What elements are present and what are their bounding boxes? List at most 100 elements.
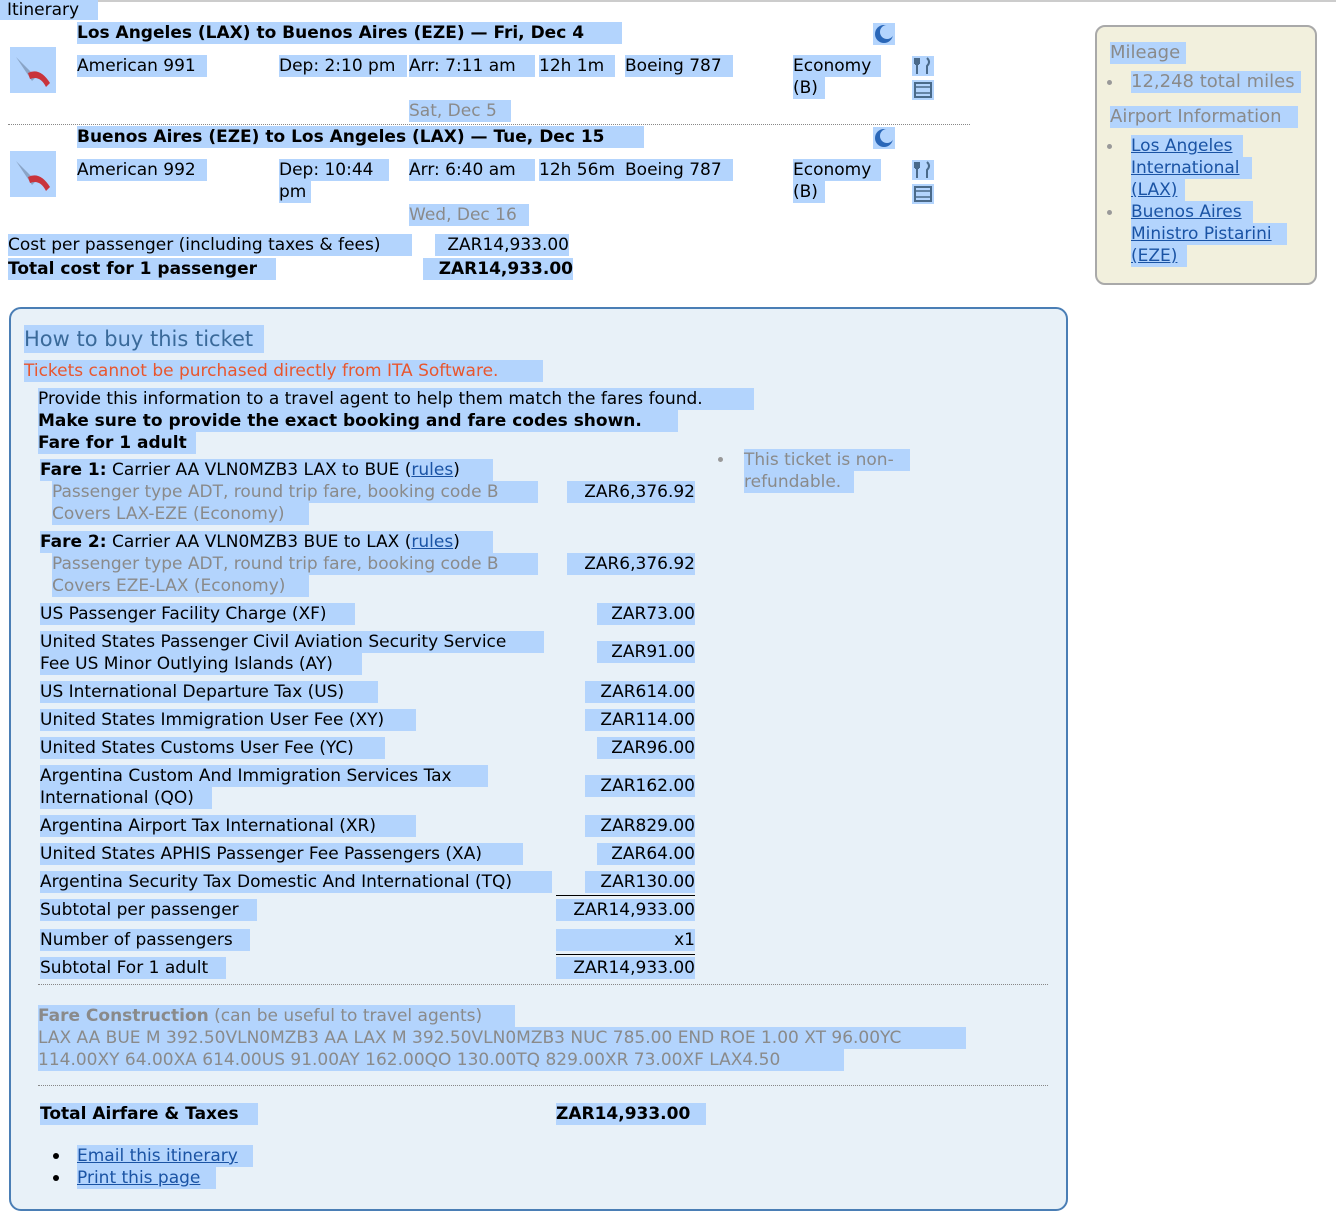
american-airlines-logo <box>10 47 56 93</box>
section-divider <box>38 984 1048 985</box>
fare1-line: Fare 1: Carrier AA VLN0MZB3 LAX to BUE (… <box>40 459 493 481</box>
fare2-desc: Carrier AA VLN0MZB3 BUE to LAX ( <box>106 532 412 552</box>
fare-for-adult: Fare for 1 adult <box>38 432 196 454</box>
entertainment-icon <box>912 80 934 100</box>
leg1-arr: Arr: 7:11 am <box>409 55 535 77</box>
airport-lax-link-line2[interactable]: International <box>1131 157 1252 179</box>
fare-construction-heading: Fare Construction (can be useful to trav… <box>38 1005 515 1027</box>
exact-codes-note: Make sure to provide the exact booking a… <box>38 410 678 432</box>
leg-divider <box>8 124 970 125</box>
tax-amount: ZAR73.00 <box>597 603 695 625</box>
fare2-close: ) <box>453 532 460 552</box>
non-refundable-line2: refundable. <box>744 471 854 493</box>
meal-icon <box>912 160 934 180</box>
leg2-cabin: Economy <box>793 159 881 181</box>
leg2-cabin-code: (B) <box>793 181 825 203</box>
american-airlines-logo <box>10 151 56 197</box>
fare-construction-label: Fare Construction <box>38 1006 209 1026</box>
tax-label-cont: International (QO) <box>40 787 212 809</box>
subtotal-adult-value: ZAR14,933.00 <box>556 957 695 979</box>
airport-info-heading: Airport Information <box>1110 106 1298 128</box>
top-border <box>0 0 1336 2</box>
tax-label: US International Departure Tax (US) <box>40 681 378 703</box>
leg1-title: Los Angeles (LAX) to Buenos Aires (EZE) … <box>77 22 622 44</box>
leg1-cabin-code: (B) <box>793 77 825 99</box>
subtotal-adult-label: Subtotal For 1 adult <box>40 957 226 979</box>
leg2-aircraft: Boeing 787 <box>625 159 733 181</box>
fare2-rules-link[interactable]: rules <box>411 532 453 552</box>
tax-amount: ZAR614.00 <box>585 681 695 703</box>
leg1-flight: American 991 <box>77 55 207 77</box>
leg1-dep: Dep: 2:10 pm <box>279 55 407 77</box>
tax-label: Argentina Security Tax Domestic And Inte… <box>40 871 552 893</box>
leg2-dep-ampm: pm <box>279 181 311 203</box>
subtotal-label: Subtotal per passenger <box>40 899 257 921</box>
fare1-covers: Covers LAX-EZE (Economy) <box>52 503 309 525</box>
fare2-passenger-type: Passenger type ADT, round trip fare, boo… <box>52 553 538 575</box>
airport-lax-link-line1[interactable]: Los Angeles <box>1131 135 1243 157</box>
leg2-title: Buenos Aires (EZE) to Los Angeles (LAX) … <box>77 126 644 148</box>
bullet <box>53 1175 59 1181</box>
fare-construction-note: (can be useful to travel agents) <box>208 1006 483 1026</box>
tax-label: Argentina Airport Tax International (XR) <box>40 815 416 837</box>
leg2-dep: Dep: 10:44 <box>279 159 389 181</box>
total-airfare-value: ZAR14,933.00 <box>556 1103 706 1125</box>
tax-amount: ZAR64.00 <box>597 843 695 865</box>
fare1-close: ) <box>453 460 460 480</box>
tax-amount: ZAR829.00 <box>585 815 695 837</box>
total-cost-value: ZAR14,933.00 <box>423 258 573 280</box>
tax-label: United States APHIS Passenger Fee Passen… <box>40 843 523 865</box>
email-itinerary-link[interactable]: Email this itinerary <box>77 1145 253 1167</box>
leg1-arrival-date: Sat, Dec 5 <box>409 100 511 122</box>
num-passengers-value: x1 <box>556 929 695 951</box>
tax-amount: ZAR91.00 <box>597 641 695 663</box>
tax-label: US Passenger Facility Charge (XF) <box>40 603 355 625</box>
fare2-label: Fare 2: <box>40 532 107 552</box>
tax-label: United States Passenger Civil Aviation S… <box>40 631 544 653</box>
bullet <box>1107 144 1112 149</box>
tax-amount: ZAR130.00 <box>585 871 695 893</box>
fare1-passenger-type: Passenger type ADT, round trip fare, boo… <box>52 481 538 503</box>
bullet <box>1107 210 1112 215</box>
fare2-covers: Covers EZE-LAX (Economy) <box>52 575 309 597</box>
airport-eze-link-line2[interactable]: Ministro Pistarini <box>1131 223 1287 245</box>
airport-eze-link-line3[interactable]: (EZE) <box>1131 245 1187 267</box>
leg2-arr: Arr: 6:40 am <box>409 159 535 181</box>
airport-eze-link-line1[interactable]: Buenos Aires <box>1131 201 1253 223</box>
fare1-amount: ZAR6,376.92 <box>567 481 695 503</box>
leg1-duration: 12h 1m <box>539 55 615 77</box>
tax-label: Argentina Custom And Immigration Service… <box>40 765 488 787</box>
fare2-line: Fare 2: Carrier AA VLN0MZB3 BUE to LAX (… <box>40 531 493 553</box>
airport-lax-link-line3[interactable]: (LAX) <box>1131 179 1185 201</box>
tax-label-cont: Fee US Minor Outlying Islands (AY) <box>40 653 362 675</box>
cost-per-passenger-value: ZAR14,933.00 <box>435 234 569 256</box>
bullet <box>53 1153 59 1159</box>
tax-label: United States Customs User Fee (YC) <box>40 737 385 759</box>
fare1-rules-link[interactable]: rules <box>411 460 453 480</box>
subtotal-rule <box>556 895 695 896</box>
fare-construction-line1: LAX AA BUE M 392.50VLN0MZB3 AA LAX M 392… <box>38 1027 966 1049</box>
total-miles: 12,248 total miles <box>1131 71 1301 93</box>
leg2-flight: American 992 <box>77 159 207 181</box>
purchase-warning: Tickets cannot be purchased directly fro… <box>24 360 543 382</box>
cost-per-passenger-label: Cost per passenger (including taxes & fe… <box>8 234 412 256</box>
tax-amount: ZAR96.00 <box>597 737 695 759</box>
subtotal-adult-rule <box>556 954 695 955</box>
leg2-arrival-date: Wed, Dec 16 <box>409 204 529 226</box>
itinerary-heading: Itinerary <box>0 0 98 20</box>
overnight-moon-icon <box>873 23 895 45</box>
fare2-amount: ZAR6,376.92 <box>567 553 695 575</box>
meal-icon <box>912 56 934 76</box>
non-refundable-line1: This ticket is non- <box>744 449 910 471</box>
entertainment-icon <box>912 184 934 204</box>
total-cost-label: Total cost for 1 passenger <box>8 258 276 280</box>
overnight-moon-icon <box>873 127 895 149</box>
leg1-cabin: Economy <box>793 55 881 77</box>
subtotal-value: ZAR14,933.00 <box>556 899 695 921</box>
tax-amount: ZAR162.00 <box>585 775 695 797</box>
section-divider <box>38 1085 1048 1086</box>
tax-amount: ZAR114.00 <box>585 709 695 731</box>
bullet <box>1107 80 1112 85</box>
print-page-link[interactable]: Print this page <box>77 1167 216 1189</box>
num-passengers-label: Number of passengers <box>40 929 250 951</box>
